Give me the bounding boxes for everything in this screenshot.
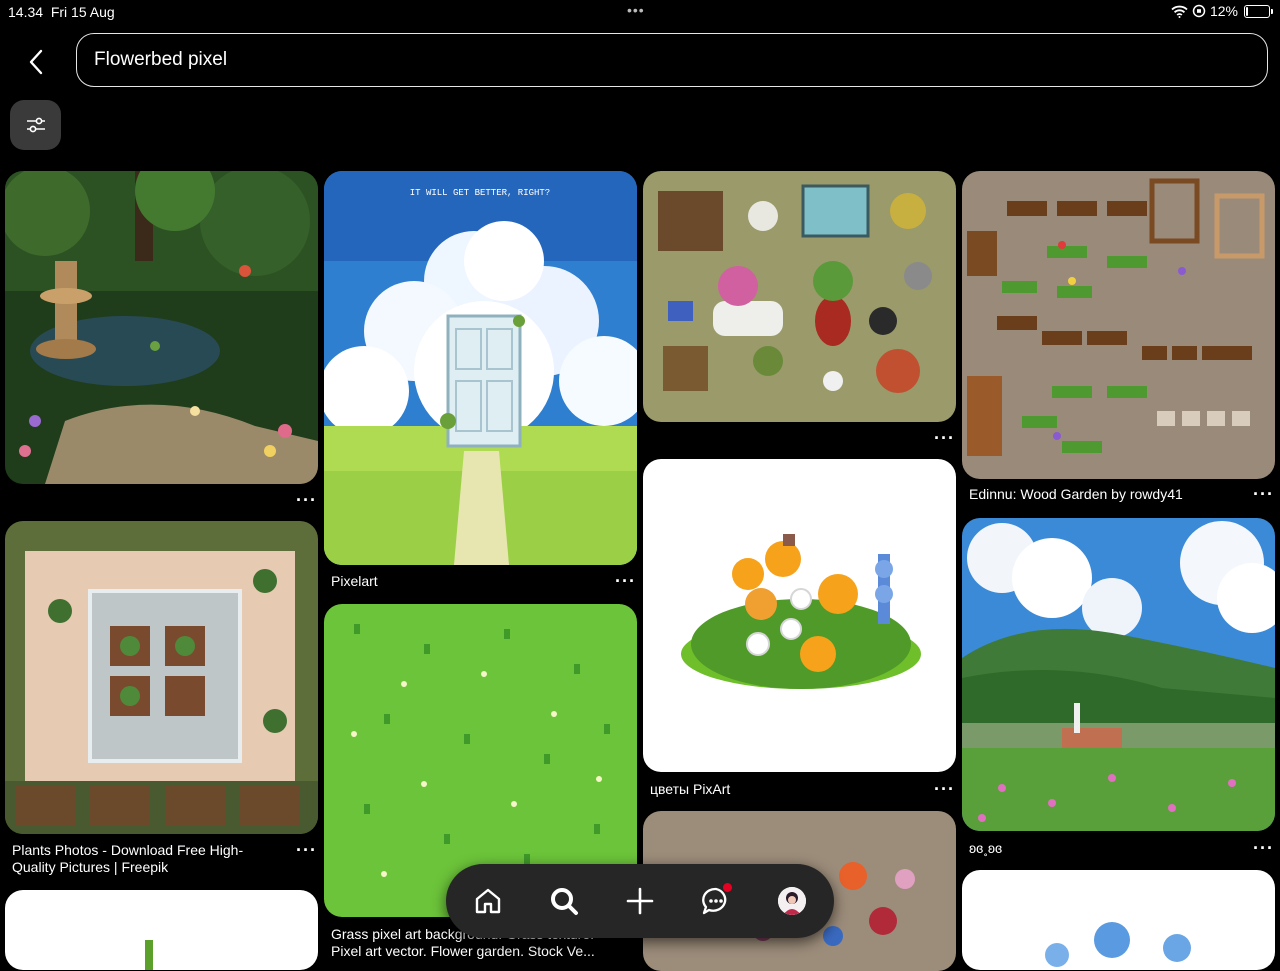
- avatar: [778, 887, 806, 915]
- battery-icon: [1244, 4, 1273, 18]
- pin-image-door-in-clouds[interactable]: IT WILL GET BETTER, RIGHT?: [324, 171, 637, 565]
- pin-more-button[interactable]: ···: [296, 841, 317, 859]
- status-time: 14.34 Fri 15 Aug: [8, 4, 115, 20]
- status-indicators: 12%: [1171, 3, 1273, 19]
- pin-image-blue-flowers[interactable]: [962, 870, 1275, 970]
- pin-image-wood-garden[interactable]: [962, 171, 1275, 479]
- search-bar[interactable]: [76, 33, 1268, 87]
- pin-image-pixel-flowers[interactable]: [643, 459, 956, 772]
- nav-create-button[interactable]: [620, 881, 660, 921]
- nav-home-button[interactable]: [468, 881, 508, 921]
- status-bar: 14.34 Fri 15 Aug ••• 12%: [0, 0, 1280, 24]
- orientation-lock-icon: [1192, 4, 1206, 18]
- pin-more-button[interactable]: ···: [1253, 485, 1274, 503]
- home-icon: [475, 888, 501, 914]
- nav-profile-button[interactable]: [772, 881, 812, 921]
- pin-image-landscape[interactable]: [962, 518, 1275, 831]
- wifi-icon: [1171, 5, 1188, 18]
- plus-icon: [626, 887, 654, 915]
- bottom-navigation: [446, 864, 834, 938]
- pin-image-greenhouse[interactable]: [5, 521, 318, 834]
- pin-image-white[interactable]: [5, 890, 318, 970]
- sliders-icon: [26, 117, 45, 133]
- notification-dot: [722, 882, 733, 893]
- pin-more-button[interactable]: ···: [934, 780, 955, 798]
- search-icon: [551, 888, 578, 915]
- pin-caption[interactable]: Edinnu: Wood Garden by rowdy41: [969, 486, 1183, 503]
- back-button[interactable]: [18, 44, 54, 80]
- pin-caption[interactable]: Pixelart: [331, 573, 378, 590]
- chevron-left-icon: [29, 49, 43, 75]
- pin-caption[interactable]: Plants Photos - Download Free High- Qual…: [12, 842, 243, 876]
- pin-caption[interactable]: цветы PixArt: [650, 781, 730, 798]
- nav-messages-button[interactable]: [696, 881, 736, 921]
- pin-more-button[interactable]: ···: [1253, 839, 1274, 857]
- pin-more-button[interactable]: ···: [296, 491, 317, 509]
- pin-image-garden-objects[interactable]: [643, 171, 956, 422]
- pin-caption[interactable]: ʚɞ˳ʚɞ: [969, 840, 1002, 857]
- pin-image-text: IT WILL GET BETTER, RIGHT?: [410, 188, 550, 198]
- battery-percentage: 12%: [1209, 3, 1238, 19]
- search-input[interactable]: [94, 34, 1244, 85]
- pin-more-button[interactable]: ···: [615, 572, 636, 590]
- nav-search-button[interactable]: [544, 881, 584, 921]
- filter-button[interactable]: [10, 100, 61, 150]
- pin-more-button[interactable]: ···: [934, 429, 955, 447]
- multitasking-dots-icon[interactable]: •••: [627, 2, 645, 18]
- pin-image-garden-fountain[interactable]: [5, 171, 318, 484]
